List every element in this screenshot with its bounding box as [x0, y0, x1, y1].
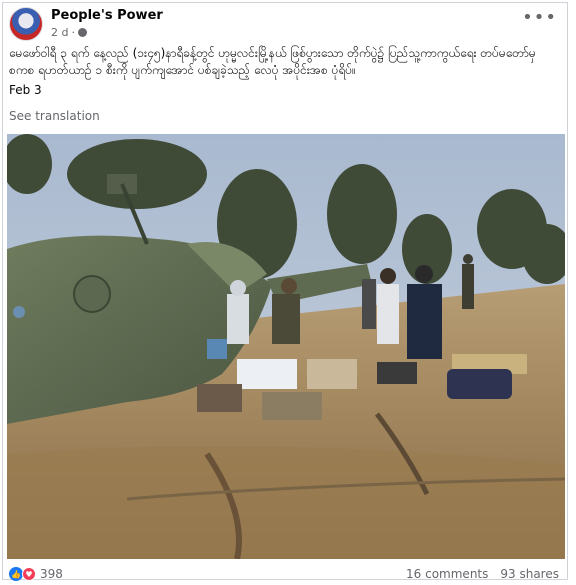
- page-avatar[interactable]: [9, 7, 43, 41]
- debris-white: [237, 359, 297, 389]
- post-card: People's Power 2 d · ••• မေဖော်ဝါရီ ၃ ရက…: [2, 2, 568, 583]
- like-reaction-icon: 👍: [9, 567, 23, 581]
- post-footer: 👍 ♥ 398 16 comments 93 shares: [9, 567, 559, 583]
- engagement-counts: 16 comments 93 shares: [406, 567, 559, 581]
- post-photo[interactable]: [7, 134, 565, 559]
- post-time[interactable]: 2 d: [51, 26, 68, 39]
- reaction-count: 398: [40, 567, 63, 581]
- post-text: မေဖော်ဝါရီ ၃ ရက် နေ့လည် (၁း၄၅)နာရီခန့်တွ…: [9, 46, 536, 77]
- more-options-icon[interactable]: •••: [522, 9, 557, 27]
- love-reaction-icon: ♥: [22, 567, 36, 581]
- reactions-summary[interactable]: 👍 ♥ 398: [9, 567, 63, 581]
- post-date: Feb 3: [9, 83, 42, 97]
- shares-count[interactable]: 93 shares: [500, 567, 559, 581]
- photo-scene: [7, 134, 565, 559]
- globe-icon: [77, 28, 87, 37]
- post-meta: 2 d ·: [51, 26, 87, 39]
- comments-count[interactable]: 16 comments: [406, 567, 488, 581]
- page-name[interactable]: People's Power: [51, 8, 163, 23]
- see-translation-link[interactable]: See translation: [9, 109, 100, 123]
- post-header: People's Power 2 d · •••: [9, 7, 561, 41]
- meta-separator: ·: [71, 26, 75, 39]
